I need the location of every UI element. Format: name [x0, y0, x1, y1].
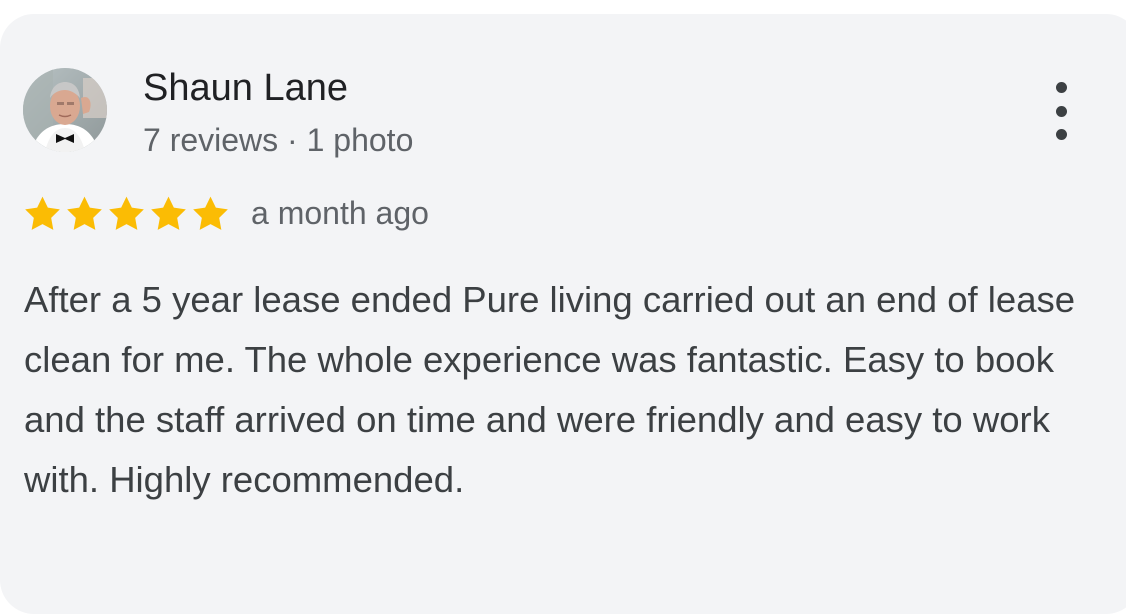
menu-dot	[1055, 129, 1067, 140]
star-icon	[22, 194, 63, 234]
star-icon	[64, 194, 105, 234]
more-vert-icon[interactable]	[1044, 82, 1078, 140]
author-name[interactable]: Shaun Lane	[143, 66, 348, 110]
star-rating	[22, 194, 231, 234]
menu-dot	[1055, 105, 1067, 117]
star-icon	[190, 194, 231, 234]
author-stats: 7 reviews · 1 photo	[143, 122, 414, 158]
star-icon	[106, 194, 147, 234]
review-date: a month ago	[251, 195, 429, 231]
review-card: Shaun Lane 7 reviews · 1 photo a month a…	[0, 14, 1126, 614]
menu-dot	[1055, 82, 1067, 93]
star-icon	[148, 194, 189, 234]
avatar-photo	[23, 68, 107, 152]
review-text: After a 5 year lease ended Pure living c…	[24, 279, 1076, 500]
avatar[interactable]	[23, 68, 107, 152]
